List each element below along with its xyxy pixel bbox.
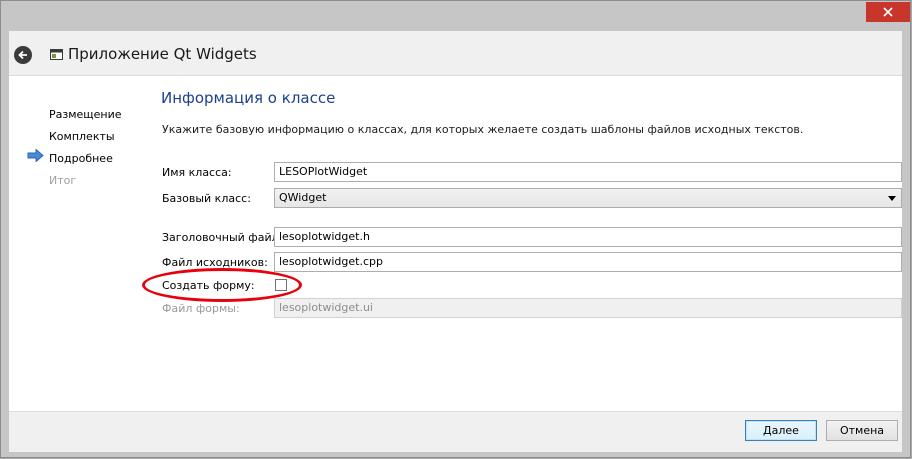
form-file-label: Файл формы: [162,302,240,315]
step-details: Подробнее [49,152,113,165]
source-file-label: Файл исходников: [162,256,268,269]
header-file-input[interactable]: lesoplotwidget.h [274,227,902,247]
current-step-arrow-icon [27,149,44,162]
page-title: Информация о классе [161,89,336,107]
app-window-icon [50,49,63,60]
base-class-label: Базовый класс: [162,192,251,205]
wizard-client-area: Приложение Qt Widgets Размещение Комплек… [9,31,902,452]
wizard-header: Приложение Qt Widgets [9,31,902,76]
step-kits: Комплекты [49,130,115,143]
class-name-label: Имя класса: [162,166,232,179]
header-file-label: Заголовочный файл: [162,231,283,244]
cancel-button[interactable]: Отмена [826,420,898,441]
back-arrow-icon [18,50,27,60]
window-title: Приложение Qt Widgets [68,45,257,63]
next-button[interactable]: Далее [745,420,817,441]
back-button[interactable] [14,46,32,64]
class-name-input[interactable]: LESOPlotWidget [274,162,902,182]
source-file-input[interactable]: lesoplotwidget.cpp [274,252,902,272]
page-description: Укажите базовую информацию о классах, дл… [162,123,804,136]
base-class-value: QWidget [279,191,327,204]
wizard-footer: Далее Отмена [9,411,902,452]
base-class-select[interactable]: QWidget [274,188,902,208]
form-file-input: lesoplotwidget.ui [274,298,902,318]
chevron-down-icon [888,196,896,201]
annotation-ellipse [142,268,302,302]
close-button[interactable] [866,2,910,22]
step-summary: Итог [49,174,77,187]
wizard-window: Приложение Qt Widgets Размещение Комплек… [0,0,911,458]
step-placement: Размещение [49,108,122,121]
close-icon [883,7,893,17]
